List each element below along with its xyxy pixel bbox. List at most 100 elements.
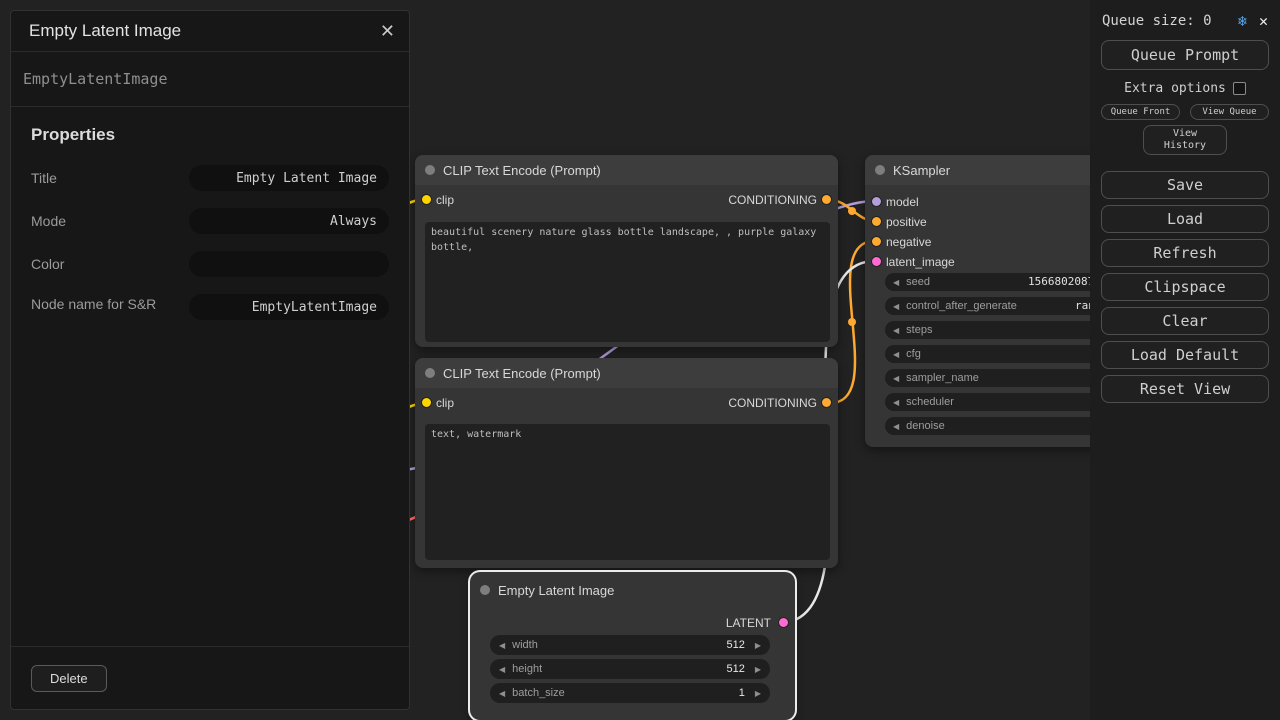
decrement-arrow-icon[interactable]: ◀ [499, 641, 505, 650]
node-title: Empty Latent Image [498, 583, 614, 598]
close-icon[interactable]: ✕ [380, 21, 395, 42]
collapse-dot-icon[interactable] [425, 368, 435, 378]
decrement-arrow-icon[interactable]: ◀ [893, 302, 899, 311]
conditioning-output-label: CONDITIONING [728, 193, 817, 207]
node-title: CLIP Text Encode (Prompt) [443, 366, 601, 381]
node-header[interactable]: CLIP Text Encode (Prompt) [415, 358, 838, 388]
delete-button[interactable]: Delete [31, 665, 107, 692]
widget-value: 1 [739, 687, 745, 699]
slot-row: clip CONDITIONING [415, 192, 838, 208]
latent-output-slot[interactable] [779, 618, 788, 627]
extra-options-row: Extra options [1101, 81, 1269, 96]
widget-label: steps [906, 324, 932, 336]
dialog-footer: Delete [11, 646, 409, 709]
link-center-dot-positive[interactable] [848, 207, 856, 215]
node-title: KSampler [893, 163, 950, 178]
property-row-mode: Mode Always [31, 208, 389, 234]
link-center-dot-negative[interactable] [848, 318, 856, 326]
node-properties-dialog: Empty Latent Image ✕ EmptyLatentImage Pr… [10, 10, 410, 710]
load-button[interactable]: Load [1101, 205, 1269, 233]
property-label: Node name for S&R [31, 294, 189, 315]
clip-input-label: clip [436, 193, 454, 207]
dialog-title: Empty Latent Image [29, 21, 380, 41]
positive-input-slot[interactable] [872, 217, 881, 226]
decrement-arrow-icon[interactable]: ◀ [499, 665, 505, 674]
reset-view-button[interactable]: Reset View [1101, 375, 1269, 403]
clip-input-label: clip [436, 396, 454, 410]
latent-image-input-slot[interactable] [872, 257, 881, 266]
collapse-dot-icon[interactable] [480, 585, 490, 595]
comfy-menu: Queue size: 0 ❄ ✕ Queue Prompt Extra opt… [1090, 0, 1280, 720]
widget-label: cfg [906, 348, 921, 360]
width-widget[interactable]: ◀ width 512 ▶ [490, 635, 770, 655]
conditioning-output-slot[interactable] [822, 398, 831, 407]
property-label: Title [31, 168, 189, 189]
snowflake-icon: ❄ [1238, 12, 1247, 30]
color-field[interactable] [189, 251, 389, 277]
view-queue-button[interactable]: View Queue [1190, 104, 1269, 120]
collapse-dot-icon[interactable] [425, 165, 435, 175]
view-history-label: View History [1161, 128, 1209, 153]
widget-label: sampler_name [906, 372, 979, 384]
decrement-arrow-icon[interactable]: ◀ [893, 374, 899, 383]
queue-size-row: Queue size: 0 ❄ ✕ [1102, 12, 1268, 30]
refresh-button[interactable]: Refresh [1101, 239, 1269, 267]
decrement-arrow-icon[interactable]: ◀ [893, 422, 899, 431]
decrement-arrow-icon[interactable]: ◀ [893, 278, 899, 287]
node-header[interactable]: CLIP Text Encode (Prompt) [415, 155, 838, 185]
extra-options-label: Extra options [1124, 81, 1226, 96]
mode-field[interactable]: Always [189, 208, 389, 234]
batch-size-widget[interactable]: ◀ batch_size 1 ▶ [490, 683, 770, 703]
clipspace-button[interactable]: Clipspace [1101, 273, 1269, 301]
node-graph-canvas[interactable]: CLIP Text Encode (Prompt) clip CONDITION… [0, 0, 1280, 720]
slot-row: clip CONDITIONING [415, 395, 838, 411]
view-history-button[interactable]: View History [1143, 125, 1227, 155]
node-clip-text-encode-negative[interactable]: CLIP Text Encode (Prompt) clip CONDITION… [415, 358, 838, 568]
decrement-arrow-icon[interactable]: ◀ [893, 398, 899, 407]
dialog-header: Empty Latent Image ✕ [11, 11, 409, 52]
queue-prompt-button[interactable]: Queue Prompt [1101, 40, 1269, 70]
view-history-row: View History [1101, 125, 1269, 155]
node-empty-latent-image[interactable]: Empty Latent Image LATENT ◀ width 512 ▶ … [470, 572, 795, 720]
clip-input-slot[interactable] [422, 195, 431, 204]
collapse-dot-icon[interactable] [875, 165, 885, 175]
latent-image-input-label: latent_image [886, 255, 955, 269]
title-field[interactable]: Empty Latent Image [189, 165, 389, 191]
property-label: Color [31, 254, 189, 275]
increment-arrow-icon[interactable]: ▶ [755, 689, 761, 698]
increment-arrow-icon[interactable]: ▶ [755, 665, 761, 674]
decrement-arrow-icon[interactable]: ◀ [499, 689, 505, 698]
positive-input-label: positive [886, 215, 927, 229]
height-widget[interactable]: ◀ height 512 ▶ [490, 659, 770, 679]
model-input-slot[interactable] [872, 197, 881, 206]
load-default-button[interactable]: Load Default [1101, 341, 1269, 369]
widget-label: height [512, 663, 542, 675]
conditioning-output-slot[interactable] [822, 195, 831, 204]
node-name-field[interactable]: EmptyLatentImage [189, 294, 389, 320]
clip-input-slot[interactable] [422, 398, 431, 407]
conditioning-output-label: CONDITIONING [728, 396, 817, 410]
properties-heading: Properties [31, 125, 389, 145]
extra-options-checkbox[interactable] [1233, 82, 1246, 95]
prompt-textarea[interactable]: text, watermark [425, 424, 830, 560]
node-title: CLIP Text Encode (Prompt) [443, 163, 601, 178]
close-icon[interactable]: ✕ [1259, 12, 1268, 30]
queue-controls-row: Queue Front View Queue [1101, 104, 1269, 120]
widget-label: batch_size [512, 687, 565, 699]
widget-value: 1566802087 [1028, 275, 1094, 288]
increment-arrow-icon[interactable]: ▶ [755, 641, 761, 650]
widget-label: width [512, 639, 538, 651]
node-clip-text-encode-positive[interactable]: CLIP Text Encode (Prompt) clip CONDITION… [415, 155, 838, 347]
latent-output-label: LATENT [726, 616, 771, 630]
queue-front-button[interactable]: Queue Front [1101, 104, 1180, 120]
widget-value: 512 [726, 639, 744, 651]
node-header[interactable]: Empty Latent Image [470, 572, 795, 608]
widget-label: scheduler [906, 396, 954, 408]
negative-input-slot[interactable] [872, 237, 881, 246]
clear-button[interactable]: Clear [1101, 307, 1269, 335]
slot-row: LATENT [470, 615, 795, 631]
prompt-textarea[interactable]: beautiful scenery nature glass bottle la… [425, 222, 830, 342]
save-button[interactable]: Save [1101, 171, 1269, 199]
decrement-arrow-icon[interactable]: ◀ [893, 350, 899, 359]
decrement-arrow-icon[interactable]: ◀ [893, 326, 899, 335]
